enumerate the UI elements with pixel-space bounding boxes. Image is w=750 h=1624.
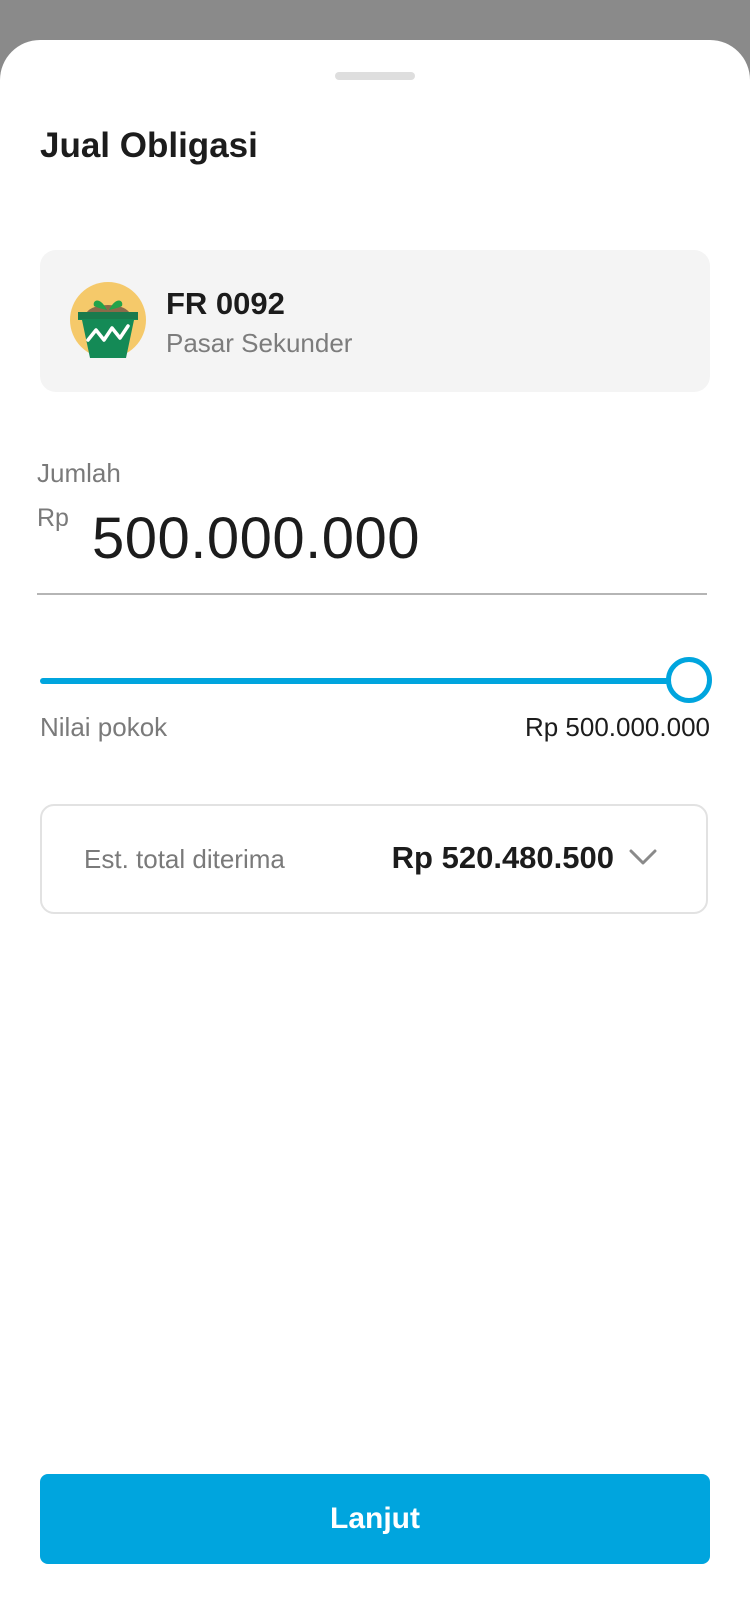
sheet-drag-handle[interactable] <box>335 72 415 80</box>
principal-label: Nilai pokok <box>40 712 168 742</box>
amount-slider-fill <box>40 678 688 684</box>
chevron-down-icon <box>629 849 657 865</box>
estimate-dropdown[interactable]: Est. total diterima Rp 520.480.500 <box>40 804 708 914</box>
amount-label: Jumlah <box>37 458 121 488</box>
estimate-value: Rp 520.480.500 <box>391 840 614 875</box>
plant-pot-chart-icon <box>70 282 146 358</box>
amount-slider-track[interactable] <box>40 678 688 684</box>
bond-card: FR 0092 Pasar Sekunder <box>40 250 710 392</box>
principal-value: Rp 500.000.000 <box>524 712 710 742</box>
estimate-label: Est. total diterima <box>84 844 285 874</box>
sheet-title: Jual Obligasi <box>40 126 258 165</box>
currency-prefix: Rp <box>37 504 69 532</box>
amount-slider-thumb[interactable] <box>666 657 712 703</box>
bond-market: Pasar Sekunder <box>166 328 353 358</box>
bottom-sheet: Jual Obligasi FR 0092 Pasar Sekunder Jum… <box>0 40 750 1624</box>
bond-code: FR 0092 <box>166 286 285 321</box>
amount-underline <box>37 593 707 595</box>
amount-input[interactable]: 500.000.000 <box>92 510 420 568</box>
continue-button[interactable]: Lanjut <box>40 1474 710 1564</box>
